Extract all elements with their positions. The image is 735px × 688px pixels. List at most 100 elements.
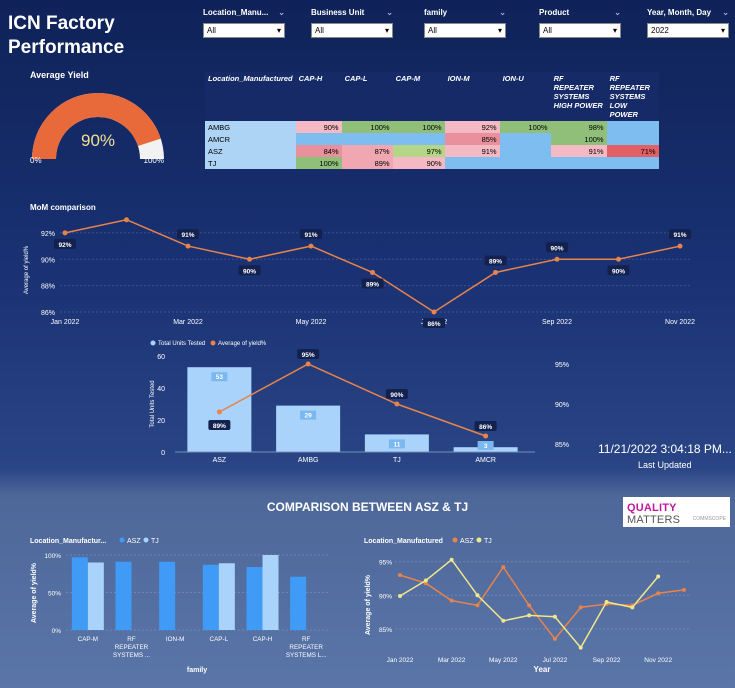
filter-location-label: Location_Manu... — [203, 8, 269, 17]
filter-family-select[interactable]: All ▾ — [424, 23, 506, 38]
asz-bar — [290, 576, 307, 630]
x-axis-label: family — [187, 667, 207, 674]
dropdown-arrow-icon: ▾ — [612, 26, 617, 35]
tj-point — [449, 557, 454, 562]
filter-product-select[interactable]: All ▾ — [539, 23, 621, 38]
matrix-cell: 71% — [606, 145, 659, 157]
legend-label: Total Units Tested — [158, 341, 205, 347]
yield-point — [394, 401, 400, 407]
legend-title: Location_Manufactured — [364, 538, 443, 545]
matrix-header[interactable]: ION-M — [444, 72, 500, 121]
matrix-cell — [295, 133, 342, 145]
matrix-cell: 100% — [499, 121, 551, 133]
matrix-cell: 91% — [444, 145, 500, 157]
mom-point — [554, 256, 560, 262]
asz-bar — [71, 557, 88, 630]
mom-point — [62, 230, 68, 236]
legend-label: ASZ — [460, 538, 474, 545]
matrix-cell: 85% — [444, 133, 500, 145]
y-tick-label: 50% — [48, 591, 61, 598]
asz-point — [682, 587, 686, 592]
category-label: CAP-L — [210, 636, 229, 643]
legend-label: ASZ — [127, 538, 141, 545]
category-label: ASZ — [213, 457, 227, 464]
category-label: SYSTEMS L... — [286, 652, 327, 659]
filter-product[interactable]: Product ⌄ All ▾ — [539, 8, 621, 38]
legend-marker — [476, 537, 482, 543]
asz-tj-line-chart: Location_Manufactured ASZ TJ 95% 90% 85% Avera… — [364, 537, 689, 674]
matrix-header[interactable]: RF REPEATER SYSTEMS HIGH POWER — [550, 72, 607, 121]
legend-marker — [150, 340, 156, 346]
x-tick-label: Mar 2022 — [173, 319, 203, 326]
mom-point — [677, 243, 683, 249]
matrix-row: AMBG 90% 100% 100% 92% 100% 98% — [205, 121, 659, 133]
filter-location[interactable]: Location_Manu... ⌄ All ▾ — [203, 8, 285, 38]
gauge-value: 90% — [81, 131, 115, 150]
data-label: 89% — [489, 258, 502, 265]
yield-point — [216, 409, 222, 415]
matrix-header[interactable]: CAP-M — [392, 72, 445, 121]
matrix-row: ASZ 84% 87% 97% 91% 91% 71% — [205, 145, 659, 157]
y-axis-label: Average of yield% — [31, 562, 38, 623]
filter-date-select[interactable]: 2022 ▾ — [647, 23, 729, 38]
yield-label: 90% — [390, 392, 403, 399]
right-tick-label: 85% — [555, 442, 569, 449]
matrix-cell — [606, 133, 659, 145]
matrix-cell: 90% — [295, 121, 342, 133]
mom-point — [493, 269, 498, 275]
legend-marker — [210, 340, 216, 346]
matrix-cell: 100% — [295, 157, 342, 169]
category-label: TJ — [393, 457, 401, 464]
category-label: REPEATER — [289, 644, 323, 651]
data-label: 90% — [550, 245, 563, 252]
matrix-cell: 97% — [392, 145, 445, 157]
left-tick-label: 40 — [157, 386, 165, 393]
yield-point — [483, 433, 489, 439]
filter-business-unit-select[interactable]: All ▾ — [311, 23, 393, 38]
tj-point — [604, 600, 609, 604]
tj-bar — [262, 555, 279, 630]
last-updated-label: Last Updated — [638, 460, 692, 470]
x-tick-label: Sep 2022 — [542, 319, 572, 326]
chevron-down-icon: ⌄ — [386, 8, 393, 17]
filter-family[interactable]: family ⌄ All ▾ — [424, 8, 506, 38]
matrix-header[interactable]: CAP-L — [341, 72, 393, 121]
last-updated-timestamp: 11/21/2022 3:04:18 PM... — [598, 442, 732, 456]
legend-label: TJ — [151, 538, 159, 545]
matrix-cell — [499, 157, 551, 169]
matrix-cell: 100% — [341, 121, 393, 133]
mom-point — [370, 269, 375, 275]
right-tick-label: 95% — [555, 362, 569, 369]
filter-location-select[interactable]: All ▾ — [203, 23, 285, 38]
asz-line — [399, 565, 685, 641]
asz-point — [475, 603, 480, 608]
tj-point — [552, 614, 557, 619]
filter-business-unit[interactable]: Business Unit ⌄ All ▾ — [311, 8, 393, 38]
page-title: ICN Factory Performance — [8, 13, 125, 58]
mom-point — [185, 243, 191, 249]
yield-point — [305, 361, 311, 367]
matrix-cell: 92% — [444, 121, 500, 133]
quality-matters-logo: QUALITY MATTERS COMMSCOPE — [623, 497, 730, 527]
yield-line — [219, 363, 486, 437]
chevron-down-icon: ⌄ — [722, 8, 729, 17]
mom-point — [431, 309, 437, 315]
asz-point — [578, 605, 583, 610]
x-axis-label: Year — [534, 665, 551, 674]
data-label: 92% — [58, 242, 71, 249]
asz-point — [527, 603, 532, 608]
tj-bar — [218, 563, 235, 630]
tj-point — [398, 593, 402, 598]
filter-date[interactable]: Year, Month, Day ⌄ 2022 ▾ — [647, 8, 729, 38]
y-axis-label: Total Units Tested — [150, 380, 156, 427]
asz-bar — [159, 561, 176, 630]
x-tick-label: Nov 2022 — [644, 657, 672, 664]
matrix-header[interactable]: Location_Manufactured — [205, 72, 296, 121]
mom-line-chart: 92% 90% 88% 86% Average of yield% Jan 2022 Mar… — [24, 217, 695, 328]
matrix-header[interactable]: RF REPEATER SYSTEMS LOW POWER — [606, 72, 659, 121]
data-label: 90% — [612, 268, 625, 275]
category-label: AMCR — [475, 457, 496, 464]
matrix-header[interactable]: ION-U — [499, 72, 551, 121]
chevron-down-icon: ⌄ — [499, 8, 506, 17]
matrix-header[interactable]: CAP-H — [295, 72, 342, 121]
